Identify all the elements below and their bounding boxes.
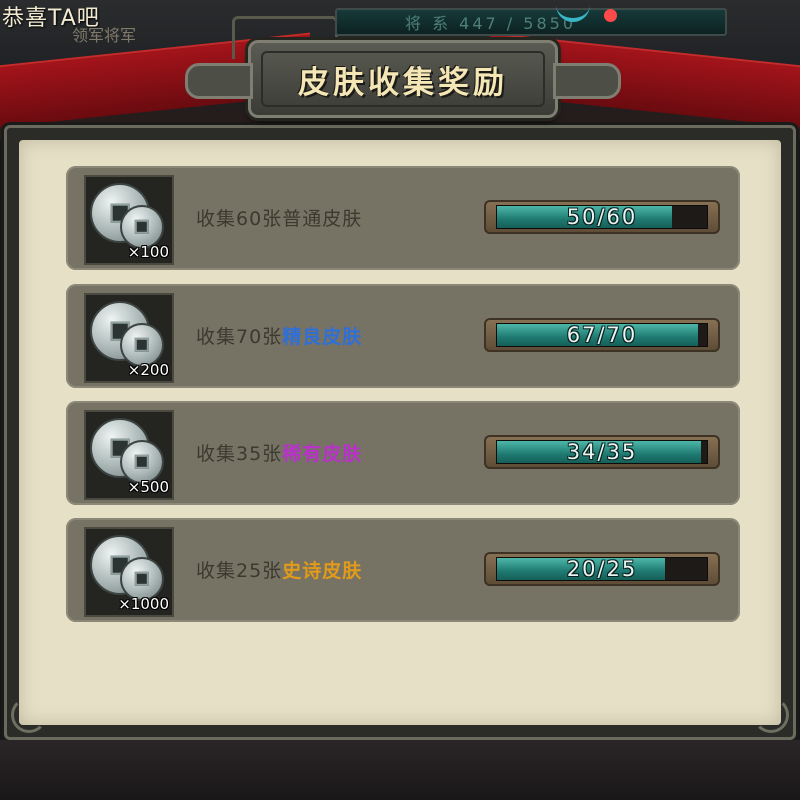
progress-text: 50/60 [566,205,638,229]
corner-ornament-icon [753,697,789,733]
reward-slot[interactable]: ×1000 [84,527,174,617]
bottom-hud [0,740,800,800]
collect-requirement: 收集70张精良皮肤 [196,322,362,349]
rank-label: 领军将军 [72,26,137,45]
reward-slot[interactable]: ×200 [84,293,174,383]
title-plate: 皮肤收集奖励 [185,40,621,118]
requirement-prefix: 收集60张 [196,208,283,230]
resource-bar: 将 系 447 / 5850 [335,8,727,36]
requirement-prefix: 收集70张 [196,326,283,348]
progress-track: 50/60 [496,205,708,229]
collect-requirement: 收集25张史诗皮肤 [196,556,362,583]
reward-quantity: ×500 [127,478,169,496]
reward-quantity: ×100 [127,243,169,261]
skin-tier-label: 普通皮肤 [282,208,363,230]
progress-track: 34/35 [496,440,708,464]
reward-quantity: ×1000 [118,595,169,613]
reward-row: ×100 收集60张普通皮肤 50/60 [66,166,740,270]
progress-text: 20/25 [566,557,638,581]
reward-row: ×1000 收集25张史诗皮肤 20/25 [66,518,740,622]
requirement-prefix: 收集25张 [196,560,283,582]
progress-text: 34/35 [566,440,638,464]
record-dot-icon [604,9,617,22]
progress-bar: 67/70 [484,318,720,352]
reward-slot[interactable]: ×100 [84,175,174,265]
progress-track: 67/70 [496,323,708,347]
reward-row: ×500 收集35张稀有皮肤 34/35 [66,401,740,505]
skin-tier-label: 史诗皮肤 [282,560,363,582]
progress-bar: 20/25 [484,552,720,586]
progress-bar: 34/35 [484,435,720,469]
reward-row: ×200 收集70张精良皮肤 67/70 [66,284,740,388]
requirement-prefix: 收集35张 [196,443,283,465]
progress-track: 20/25 [496,557,708,581]
collect-requirement: 收集60张普通皮肤 [196,204,362,231]
progress-text: 67/70 [566,323,638,347]
reward-quantity: ×200 [127,361,169,379]
resource-text: 将 系 447 / 5850 [405,14,576,33]
corner-ornament-icon [11,697,47,733]
skin-tier-label: 稀有皮肤 [282,443,363,465]
collect-requirement: 收集35张稀有皮肤 [196,439,362,466]
panel-title: 皮肤收集奖励 [298,64,508,101]
skin-tier-label: 精良皮肤 [282,326,363,348]
reward-slot[interactable]: ×500 [84,410,174,500]
title-inner: 皮肤收集奖励 [261,51,545,107]
progress-bar: 50/60 [484,200,720,234]
